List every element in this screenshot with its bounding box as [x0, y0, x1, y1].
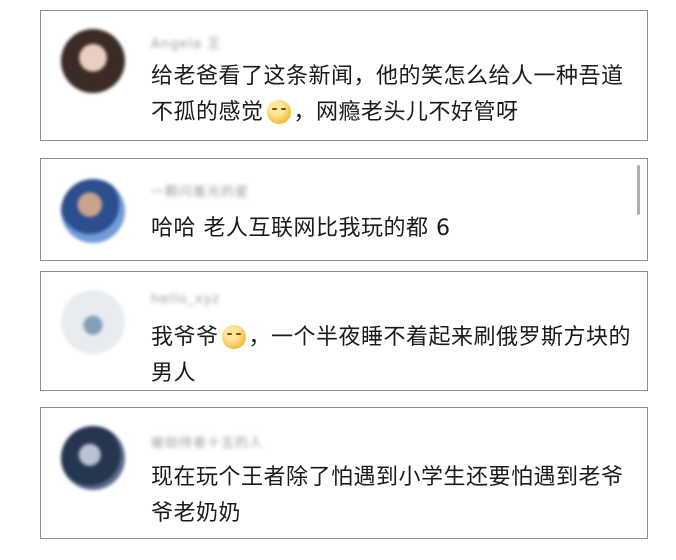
- avatar[interactable]: [61, 179, 125, 243]
- comment-text-part: 哈哈 老人互联网比我玩的都 6: [151, 216, 451, 241]
- username[interactable]: 一颗闪着光的星: [151, 181, 249, 200]
- username[interactable]: hello_xyz: [151, 292, 220, 307]
- comment-card: 被劫持者十五的人 现在玩个王者除了怕遇到小学生还要怕遇到老爷爷老奶奶: [40, 407, 648, 539]
- avatar[interactable]: [61, 290, 125, 354]
- comment-text-part: ，网瘾老头儿不好管呀: [293, 100, 519, 125]
- comment-text: 给老爸看了这条新闻，他的笑怎么给人一种吾道不孤的感觉 ，网瘾老头儿不好管呀: [151, 59, 641, 131]
- comment-card: Angela 王 给老爸看了这条新闻，他的笑怎么给人一种吾道不孤的感觉 ，网瘾老头…: [40, 10, 648, 141]
- avatar[interactable]: [61, 29, 125, 93]
- avatar[interactable]: [61, 426, 125, 490]
- smirk-emoji-icon: [266, 100, 291, 124]
- comment-text-part: 我爷爷: [151, 325, 219, 350]
- username[interactable]: Angela 王: [151, 33, 221, 52]
- username[interactable]: 被劫持者十五的人: [151, 432, 263, 451]
- comment-text: 我爷爷 ，一个半夜睡不着起来刷俄罗斯方块的男人: [151, 320, 641, 392]
- comment-card: 一颗闪着光的星 哈哈 老人互联网比我玩的都 6: [40, 158, 648, 261]
- scrollbar[interactable]: [637, 165, 640, 215]
- comment-text-part: 现在玩个王者除了怕遇到小学生还要怕遇到老爷爷老奶奶: [151, 465, 624, 526]
- comment-text: 现在玩个王者除了怕遇到小学生还要怕遇到老爷爷老奶奶: [151, 460, 641, 532]
- comment-card: hello_xyz 我爷爷 ，一个半夜睡不着起来刷俄罗斯方块的男人: [40, 271, 648, 391]
- comment-text: 哈哈 老人互联网比我玩的都 6: [151, 211, 641, 247]
- grin-emoji-icon: [221, 325, 246, 349]
